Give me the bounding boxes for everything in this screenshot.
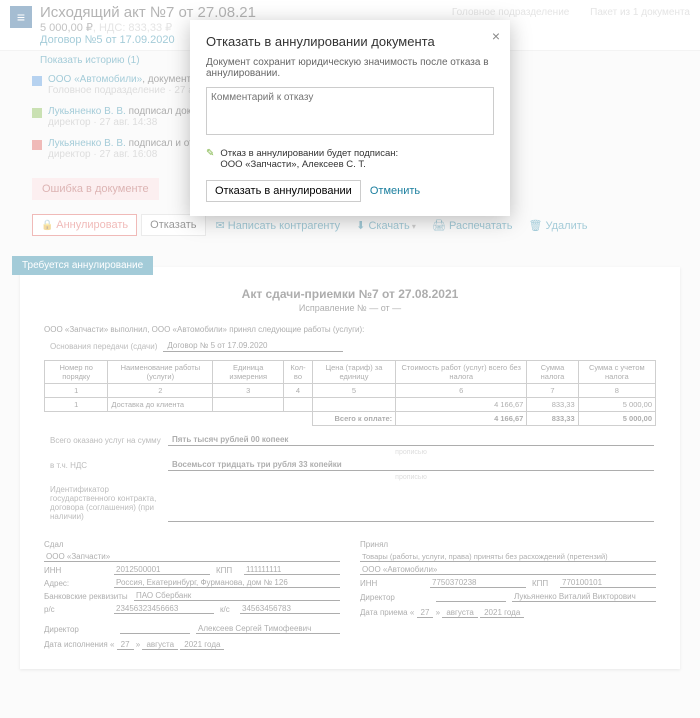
modal-title: Отказать в аннулировании документа <box>206 34 494 49</box>
cancel-link[interactable]: Отменить <box>370 185 420 197</box>
close-icon[interactable]: × <box>492 28 500 44</box>
submit-reject-button[interactable]: Отказать в аннулировании <box>206 180 361 202</box>
modal-overlay: × Отказать в аннулировании документа Док… <box>0 0 700 718</box>
reject-annul-modal: × Отказать в аннулировании документа Док… <box>190 20 510 216</box>
modal-note: Документ сохранит юридическую значимость… <box>206 57 494 79</box>
signature-icon: ✎ <box>206 148 214 170</box>
comment-input[interactable] <box>206 87 494 135</box>
